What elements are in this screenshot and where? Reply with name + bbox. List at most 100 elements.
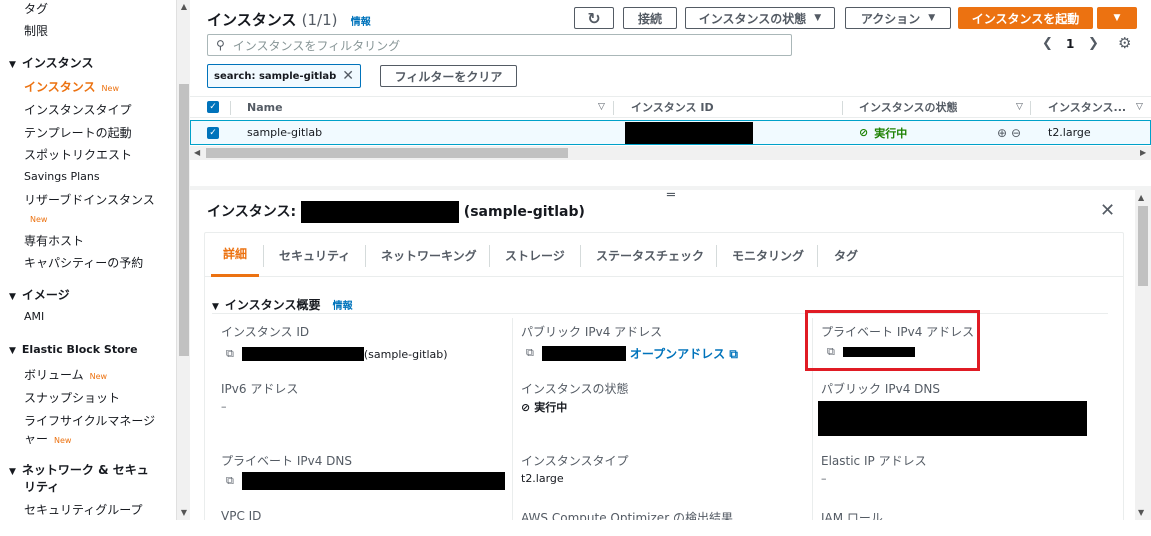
sidebar-item-launch-templates[interactable]: テンプレートの起動 <box>24 124 132 141</box>
scroll-down-icon[interactable]: ▼ <box>1138 508 1144 517</box>
refresh-icon: ↻ <box>587 8 601 28</box>
main-content: インスタンス (1/1) 情報 ↻ 接続 インスタンスの状態 ▼ アクション ▼ イ… <box>190 0 1151 536</box>
instance-state-button[interactable]: インスタンスの状態 ▼ <box>685 7 835 29</box>
copy-icon[interactable]: ⧉ <box>526 346 534 360</box>
sidebar-item-lifecycle-manager[interactable]: ライフサイクルマネージ <box>24 412 155 429</box>
scroll-right-icon[interactable]: ▶ <box>1140 146 1146 160</box>
scroll-thumb[interactable] <box>179 84 189 356</box>
instance-count: (1/1) <box>301 11 338 29</box>
connect-button[interactable]: 接続 <box>623 7 677 29</box>
copy-icon[interactable]: ⧉ <box>226 474 234 488</box>
elastic-ip-value: – <box>821 472 827 485</box>
sort-icon[interactable]: ▽ <box>1136 97 1143 117</box>
sidebar-item-savings-plans[interactable]: Savings Plans <box>24 170 100 183</box>
caret-down-icon: ▼ <box>1113 13 1121 23</box>
sidebar-item-reserved-instances[interactable]: リザーブドインスタンス <box>24 191 155 208</box>
info-link[interactable]: 情報 <box>333 301 353 312</box>
sort-icon[interactable]: ▽ <box>1016 97 1023 117</box>
instance-id-label: インスタンス ID <box>221 325 310 339</box>
open-address-link[interactable]: オープンアドレス ⧉ <box>630 345 738 362</box>
page-title: インスタンス (1/1) 情報 <box>207 11 371 29</box>
sidebar-item-spot-requests[interactable]: スポットリクエスト <box>24 146 132 163</box>
filter-input[interactable]: ⚲ インスタンスをフィルタリング <box>207 34 792 56</box>
filter-token[interactable]: search: sample-gitlab ✕ <box>207 64 362 88</box>
tab-tags[interactable]: タグ <box>834 233 858 277</box>
actions-button[interactable]: アクション ▼ <box>845 7 951 29</box>
sidebar-item-ami[interactable]: AMI <box>24 310 44 323</box>
tab-monitoring[interactable]: モニタリング <box>732 233 804 277</box>
sidebar-section-images[interactable]: ▼ イメージ <box>9 286 70 303</box>
info-link[interactable]: 情報 <box>351 17 371 28</box>
detail-scrollbar[interactable]: ▲ ▼ <box>1135 190 1151 520</box>
column-header-instance-state[interactable]: インスタンスの状態 <box>859 97 958 117</box>
row-checkbox[interactable]: ✓ <box>207 121 219 144</box>
close-icon[interactable]: ✕ <box>342 68 354 84</box>
column-separator <box>230 101 231 115</box>
caret-down-icon: ▼ <box>928 13 936 23</box>
sidebar-section-ebs[interactable]: ▼ Elastic Block Store <box>9 343 138 356</box>
zoom-in-icon[interactable]: ⊕ <box>997 121 1007 144</box>
refresh-button[interactable]: ↻ <box>574 7 614 29</box>
ipv6-value: – <box>221 400 227 413</box>
tab-networking[interactable]: ネットワーキング <box>381 233 477 277</box>
scroll-up-icon[interactable]: ▲ <box>1138 193 1144 202</box>
page-number[interactable]: 1 <box>1066 37 1074 51</box>
highlight-annotation <box>805 310 980 371</box>
sidebar: タグ 制限 ▼ インスタンス インスタンス New インスタンスタイプ テンプレート… <box>0 0 176 520</box>
launch-instance-button[interactable]: インスタンスを起動 <box>958 7 1093 29</box>
tab-separator <box>263 245 264 267</box>
zoom-out-icon[interactable]: ⊖ <box>1011 121 1021 144</box>
column-header-instance-type[interactable]: インスタンス... <box>1048 97 1126 117</box>
tab-security[interactable]: セキュリティ <box>279 233 350 277</box>
tab-details[interactable]: 詳細 <box>211 233 260 277</box>
close-icon[interactable]: ✕ <box>1100 200 1115 221</box>
sidebar-item-instance-types[interactable]: インスタンスタイプ <box>24 101 132 118</box>
launch-dropdown-button[interactable]: ▼ <box>1097 7 1137 29</box>
scroll-up-icon[interactable]: ▲ <box>177 0 191 14</box>
column-separator <box>613 101 614 115</box>
instance-id-value: ⧉ (sample-gitlab) <box>226 347 448 361</box>
sidebar-section-instances[interactable]: ▼ インスタンス <box>9 54 93 71</box>
check-icon: ✓ <box>207 126 219 139</box>
sidebar-item-limits[interactable]: 制限 <box>24 22 48 39</box>
tab-status-checks[interactable]: ステータスチェック <box>596 233 704 277</box>
instance-type-value: t2.large <box>521 472 564 485</box>
row-instance-type: t2.large <box>1048 126 1091 139</box>
sidebar-item-tags[interactable]: タグ <box>24 0 48 17</box>
sort-icon[interactable]: ▽ <box>598 97 605 117</box>
copy-icon[interactable]: ⧉ <box>226 347 234 361</box>
redacted-instance-id <box>241 347 364 361</box>
caret-down-icon: ▼ <box>9 292 16 302</box>
caret-down-icon: ▼ <box>9 467 16 477</box>
sidebar-item-capacity-reservations[interactable]: キャパシティーの予約 <box>24 254 143 271</box>
sidebar-item-dedicated-hosts[interactable]: 専有ホスト <box>24 232 84 249</box>
scroll-thumb[interactable] <box>1138 206 1148 286</box>
scroll-left-icon[interactable]: ◀ <box>194 146 200 160</box>
scroll-down-icon[interactable]: ▼ <box>177 506 191 520</box>
sidebar-scrollbar[interactable]: ▲ ▼ <box>176 0 190 520</box>
state-value: ⊘ 実行中 <box>521 400 568 415</box>
sidebar-section-network[interactable]: ▼ ネットワーク & セキュ <box>9 461 149 478</box>
ipv6-label: IPv6 アドレス <box>221 382 299 396</box>
gear-icon[interactable]: ⚙ <box>1118 34 1131 52</box>
drag-handle-icon[interactable]: ═ <box>667 188 675 203</box>
table-row[interactable]: ✓ sample-gitlab ⊘ 実行中 ⊕ ⊖ t2.large <box>190 120 1151 145</box>
clear-filter-button[interactable]: フィルターをクリア <box>380 65 517 87</box>
column-separator <box>842 101 843 115</box>
bottom-mask <box>0 520 190 536</box>
tab-separator <box>817 245 818 267</box>
sidebar-item-lifecycle-manager-cont[interactable]: ャー New <box>24 430 71 447</box>
sidebar-item-volumes[interactable]: ボリューム New <box>24 366 107 383</box>
sidebar-item-snapshots[interactable]: スナップショット <box>24 389 120 406</box>
section-title[interactable]: ▼ インスタンス概要 情報 <box>212 296 353 313</box>
next-page-icon[interactable]: ❯ <box>1088 36 1099 51</box>
sidebar-item-security-groups[interactable]: セキュリティグループ <box>24 501 143 518</box>
scroll-thumb[interactable] <box>206 148 568 158</box>
select-all-checkbox[interactable]: ✓ <box>207 97 219 117</box>
column-header-name[interactable]: Name <box>247 97 283 117</box>
sidebar-item-instances[interactable]: インスタンス New <box>24 78 119 95</box>
column-header-instance-id[interactable]: インスタンス ID <box>631 97 714 117</box>
prev-page-icon[interactable]: ❮ <box>1042 36 1053 51</box>
tab-storage[interactable]: ストレージ <box>505 233 565 277</box>
horizontal-scrollbar[interactable]: ◀ ▶ <box>190 146 1151 160</box>
